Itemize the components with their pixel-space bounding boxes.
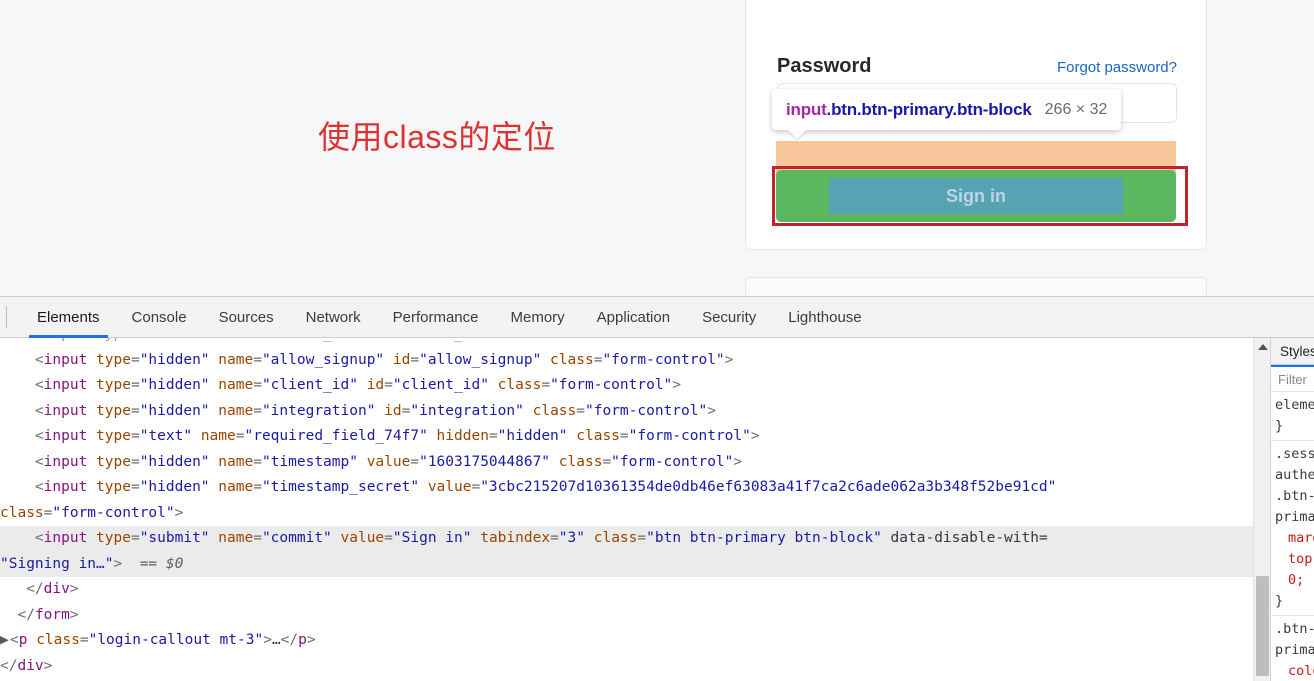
dom-line-required-field-text: <input type="text" name="required_field_… [34, 428, 760, 444]
dom-line-login-callout[interactable]: ▶<p class="login-callout mt-3">…</p> [0, 628, 1270, 654]
tab-console[interactable]: Console [116, 297, 203, 338]
style-rule-selector: element.style [1275, 397, 1314, 413]
tab-security-label: Security [702, 308, 757, 326]
signup-callout-card [745, 277, 1207, 296]
expand-triangle-icon[interactable]: ▶ [0, 628, 10, 654]
style-rule-selector: .session-authentication .btn-primary [1275, 446, 1314, 525]
tab-console-label: Console [131, 308, 187, 326]
devtools-panel: Elements Console Sources Network Perform… [0, 296, 1314, 681]
browser-page-viewport: 使用class的定位 Password Forgot password? Sig… [0, 0, 1314, 296]
tab-lighthouse[interactable]: Lighthouse [772, 297, 877, 338]
tab-performance[interactable]: Performance [377, 297, 495, 338]
scrollbar-thumb[interactable] [1256, 576, 1269, 676]
tooltip-tag-name: input [786, 99, 827, 119]
screenshot-root: 使用class的定位 Password Forgot password? Sig… [0, 0, 1314, 681]
dom-line-client-id-text: <input type="hidden" name="client_id" id… [34, 377, 682, 393]
dom-line-timestamp[interactable]: <input type="hidden" name="timestamp" va… [0, 450, 1270, 476]
tab-network-label: Network [305, 308, 361, 326]
styles-pane[interactable]: Styles Filter element.style } .session-a… [1270, 338, 1314, 681]
dom-line-integration-text: <input type="hidden" name="integration" … [34, 402, 716, 419]
dom-line-close-div-outer[interactable]: </div> [0, 654, 1270, 680]
dom-tree-pane[interactable]: <input type="hidden" name="return_to" id… [0, 338, 1270, 681]
dom-line-close-form-text: </form> [17, 606, 79, 623]
style-rule-selector: .btn-primary [1275, 621, 1314, 658]
style-rule-close: } [1275, 593, 1284, 609]
style-rule-close: } [1275, 418, 1284, 434]
devtools-body: <input type="hidden" name="return_to" id… [0, 338, 1314, 681]
dom-line-integration[interactable]: <input type="hidden" name="integration" … [0, 399, 1270, 425]
styles-tabbar[interactable]: Styles [1271, 338, 1314, 365]
tab-network[interactable]: Network [290, 297, 377, 338]
dom-line-login-callout-text: <p class="login-callout mt-3">…</p> [10, 632, 316, 648]
tooltip-dimensions: 266 × 32 [1044, 100, 1108, 118]
devtools-tabbar: Elements Console Sources Network Perform… [0, 297, 1314, 338]
dom-line-clipped-text: <input type="hidden" name="return_to" id… [35, 338, 681, 342]
dom-line-timestamp-text: <input type="hidden" name="timestamp" va… [34, 453, 743, 470]
dom-line-submit-selected-cont-text: "Signing in…"> == $0 [0, 555, 184, 572]
dom-line-allow-signup[interactable]: <input type="hidden" name="allow_signup"… [0, 348, 1270, 374]
tab-performance-label: Performance [392, 308, 479, 326]
dom-line-client-id[interactable]: <input type="hidden" name="client_id" id… [0, 373, 1270, 399]
password-label-row: Password Forgot password? [777, 55, 1177, 78]
dom-line-clipped[interactable]: <input type="hidden" name="return_to" id… [0, 338, 1270, 348]
dom-line-submit-selected[interactable]: <input type="submit" name="commit" value… [0, 526, 1270, 552]
tab-lighthouse-label: Lighthouse [788, 308, 862, 326]
password-label: Password [777, 55, 872, 77]
tooltip-pointer-arrow [788, 130, 806, 139]
dom-line-timestamp-secret[interactable]: <input type="hidden" name="timestamp_sec… [0, 475, 1270, 501]
dom-line-submit-selected-cont[interactable]: "Signing in…"> == $0 [0, 551, 1270, 577]
styles-filter-placeholder: Filter [1278, 371, 1307, 387]
style-rule-element-style[interactable]: element.style } [1271, 392, 1314, 441]
devtools-drag-grip[interactable] [6, 306, 7, 328]
styles-filter-input[interactable]: Filter [1271, 367, 1314, 392]
tab-sources[interactable]: Sources [203, 297, 290, 338]
tab-elements-label: Elements [37, 308, 100, 326]
tooltip-class-names: .btn.btn-primary.btn-block [826, 99, 1032, 119]
forgot-password-link[interactable]: Forgot password? [1057, 59, 1177, 76]
element-inspector-tooltip: input.btn.btn-primary.btn-block 266 × 32 [772, 89, 1122, 139]
style-prop[interactable]: margin-top: 0; [1275, 528, 1314, 591]
tab-styles-label: Styles [1280, 343, 1314, 359]
tab-application[interactable]: Application [581, 297, 686, 338]
dom-line-submit-selected-text: <input type="submit" name="commit" value… [34, 530, 1048, 546]
scroll-up-arrow-icon[interactable] [1254, 338, 1270, 355]
dom-line-timestamp-secret-text: <input type="hidden" name="timestamp_sec… [34, 479, 1057, 495]
dom-line-close-div-outer-text: </div> [0, 657, 53, 674]
tab-memory[interactable]: Memory [495, 297, 581, 338]
dom-line-close-form[interactable]: </form> [0, 603, 1270, 629]
dom-line-allow-signup-text: <input type="hidden" name="allow_signup"… [34, 351, 734, 368]
dom-line-timestamp-secret-cont[interactable]: class="form-control"> [0, 501, 1270, 527]
chinese-annotation-text: 使用class的定位 [318, 119, 556, 155]
tab-application-label: Application [596, 308, 671, 326]
dom-line-timestamp-secret-cont-text: class="form-control"> [0, 504, 184, 521]
tab-elements[interactable]: Elements [21, 297, 116, 338]
style-prop[interactable]: color: #fff; [1275, 661, 1314, 681]
tab-security[interactable]: Security [686, 297, 772, 338]
dom-tree-scrollbar[interactable] [1253, 338, 1270, 681]
style-rule-session-auth[interactable]: .session-authentication .btn-primary mar… [1271, 441, 1314, 616]
dom-line-close-div[interactable]: </div> [0, 577, 1270, 603]
tooltip-selector: input.btn.btn-primary.btn-block [786, 100, 1032, 120]
annotation-rect-signin-button [772, 166, 1188, 226]
dom-line-required-field[interactable]: <input type="text" name="required_field_… [0, 424, 1270, 450]
style-rule-btn-primary[interactable]: .btn-primary color: #fff; width: 100%; t… [1271, 616, 1314, 681]
tab-sources-label: Sources [218, 308, 274, 326]
tab-memory-label: Memory [510, 308, 565, 326]
dom-line-close-div-text: </div> [26, 581, 79, 597]
